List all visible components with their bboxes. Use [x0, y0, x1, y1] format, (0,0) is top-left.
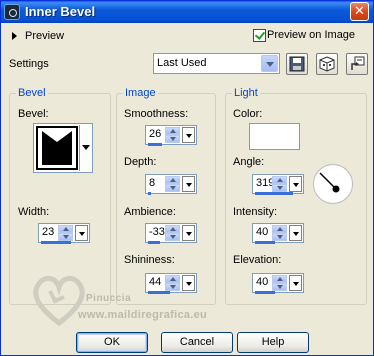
app-icon — [4, 4, 20, 20]
elevation-dropdown[interactable] — [289, 275, 302, 291]
close-button[interactable]: ✕ — [350, 2, 369, 21]
watermark-url: www.maildiregrafica.eu — [78, 309, 208, 321]
angle-label: Angle: — [233, 156, 265, 168]
light-color-swatch[interactable] — [249, 123, 300, 150]
angle-dial[interactable] — [313, 164, 353, 204]
intensity-slider-bar — [255, 241, 275, 244]
depth-value[interactable]: 8 — [149, 177, 155, 189]
save-preset-icon — [289, 56, 305, 72]
image-legend: Image — [123, 87, 158, 99]
ambience-spinner[interactable]: -33 — [145, 223, 197, 244]
watermark-name: Pinuccia — [86, 293, 132, 304]
watermark: Pinuccia www.maildiregrafica.eu — [28, 269, 273, 329]
bevel-shape-picker[interactable] — [33, 123, 93, 173]
ambience-dropdown[interactable] — [182, 225, 195, 241]
depth-slider-bar — [148, 192, 151, 195]
width-slider-bar — [41, 241, 71, 244]
elevation-updown[interactable] — [272, 275, 287, 291]
smoothness-dropdown[interactable] — [182, 127, 195, 143]
width-dropdown[interactable] — [75, 225, 88, 241]
ok-button[interactable]: OK — [76, 332, 148, 353]
preview-on-image-checkbox[interactable] — [253, 29, 266, 42]
bevel-shape-icon — [42, 131, 72, 165]
help-button[interactable]: Help — [237, 332, 309, 353]
color-label: Color: — [233, 108, 263, 120]
reset-button[interactable] — [346, 53, 368, 75]
settings-selected-value: Last Used — [157, 57, 207, 69]
settings-select[interactable]: Last Used — [153, 53, 280, 74]
angle-updown[interactable] — [272, 176, 287, 192]
inner-bevel-dialog: Inner Bevel ✕ Preview Preview on Image S… — [0, 0, 374, 356]
intensity-dropdown[interactable] — [289, 225, 302, 241]
chevron-down-icon[interactable] — [261, 55, 278, 72]
reset-icon — [351, 56, 365, 70]
intensity-label: Intensity: — [233, 206, 278, 218]
randomize-icon — [319, 56, 335, 72]
angle-dial-needle-icon — [319, 172, 340, 193]
ambience-value[interactable]: -33 — [149, 226, 165, 238]
angle-dropdown[interactable] — [289, 176, 302, 192]
intensity-updown[interactable] — [272, 225, 287, 241]
bevel-dropdown-arrow-icon[interactable] — [79, 125, 91, 171]
width-label: Width: — [18, 206, 50, 218]
elevation-label: Elevation: — [233, 254, 282, 266]
width-spinner[interactable]: 23 — [38, 223, 90, 244]
bevel-label: Bevel: — [18, 108, 49, 120]
angle-slider-bar — [255, 192, 293, 195]
ambience-updown[interactable] — [165, 225, 180, 241]
shininess-label: Shininess: — [124, 254, 175, 266]
light-legend: Light — [232, 87, 260, 99]
smoothness-updown[interactable] — [165, 127, 180, 143]
width-updown[interactable] — [58, 225, 73, 241]
bevel-shape-preview — [36, 126, 78, 170]
depth-label: Depth: — [124, 156, 157, 168]
save-preset-button[interactable] — [286, 53, 308, 75]
smoothness-value[interactable]: 26 — [149, 128, 161, 140]
intensity-value[interactable]: 40 — [256, 226, 268, 238]
ambience-slider-bar — [148, 241, 160, 244]
preview-label: Preview — [25, 30, 65, 42]
angle-spinner[interactable]: 319 — [252, 174, 304, 195]
randomize-button[interactable] — [316, 53, 338, 75]
smoothness-spinner[interactable]: 26 — [145, 125, 197, 146]
smoothness-slider-bar — [148, 143, 162, 146]
expand-arrow-icon — [12, 32, 17, 40]
smoothness-label: Smoothness: — [124, 108, 189, 120]
bevel-legend: Bevel — [16, 87, 48, 99]
depth-spinner[interactable]: 8 — [145, 174, 197, 195]
width-value[interactable]: 23 — [42, 226, 54, 238]
settings-label: Settings — [9, 58, 49, 70]
cancel-button[interactable]: Cancel — [161, 332, 233, 353]
depth-dropdown[interactable] — [182, 176, 195, 192]
window-title: Inner Bevel — [25, 4, 96, 19]
title-bar[interactable]: Inner Bevel ✕ — [1, 1, 373, 23]
intensity-spinner[interactable]: 40 — [252, 223, 304, 244]
depth-updown[interactable] — [165, 176, 180, 192]
preview-on-image-label: Preview on Image — [267, 29, 356, 41]
ambience-label: Ambience: — [124, 206, 176, 218]
